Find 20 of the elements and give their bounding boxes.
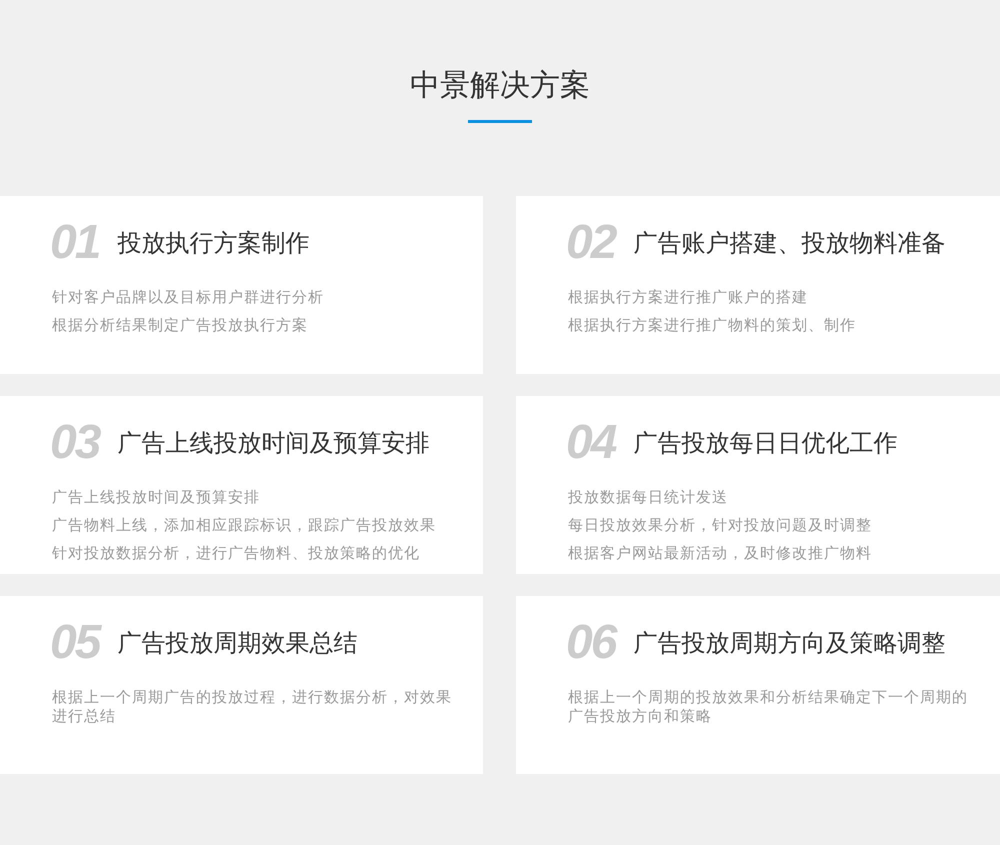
title-underline [468,120,532,123]
card-description: 针对客户品牌以及目标用户群进行分析 [52,288,325,307]
card-heading: 广告投放每日日优化工作 [633,428,898,459]
card-description: 根据执行方案进行推广账户的搭建 [568,288,809,307]
card-heading: 广告投放周期效果总结 [117,628,358,659]
card-heading: 广告投放周期方向及策略调整 [633,628,946,659]
card-description: 根据客户网站最新活动，及时修改推广物料 [568,544,873,563]
card-description: 针对投放数据分析，进行广告物料、投放策略的优化 [52,544,421,563]
section-title: 中景解决方案 [410,67,590,105]
card-description: 每日投放效果分析，针对投放问题及时调整 [568,516,873,535]
card-description: 投放数据每日统计发送 [568,488,729,507]
card-heading: 投放执行方案制作 [117,228,310,259]
card-description: 根据上一个周期的投放效果和分析结果确定下一个周期的广告投放方向和策略 [568,688,969,726]
card-description: 广告物料上线，添加相应跟踪标识，跟踪广告投放效果 [52,516,437,535]
card-heading: 广告上线投放时间及预算安排 [117,428,430,459]
card-description: 广告上线投放时间及预算安排 [52,488,261,507]
card-description: 根据上一个周期广告的投放过程，进行数据分析，对效果进行总结 [52,688,453,726]
card-heading: 广告账户搭建、投放物料准备 [633,228,946,259]
card-description: 根据执行方案进行推广物料的策划、制作 [568,316,857,335]
card-description: 根据分析结果制定广告投放执行方案 [52,316,309,335]
